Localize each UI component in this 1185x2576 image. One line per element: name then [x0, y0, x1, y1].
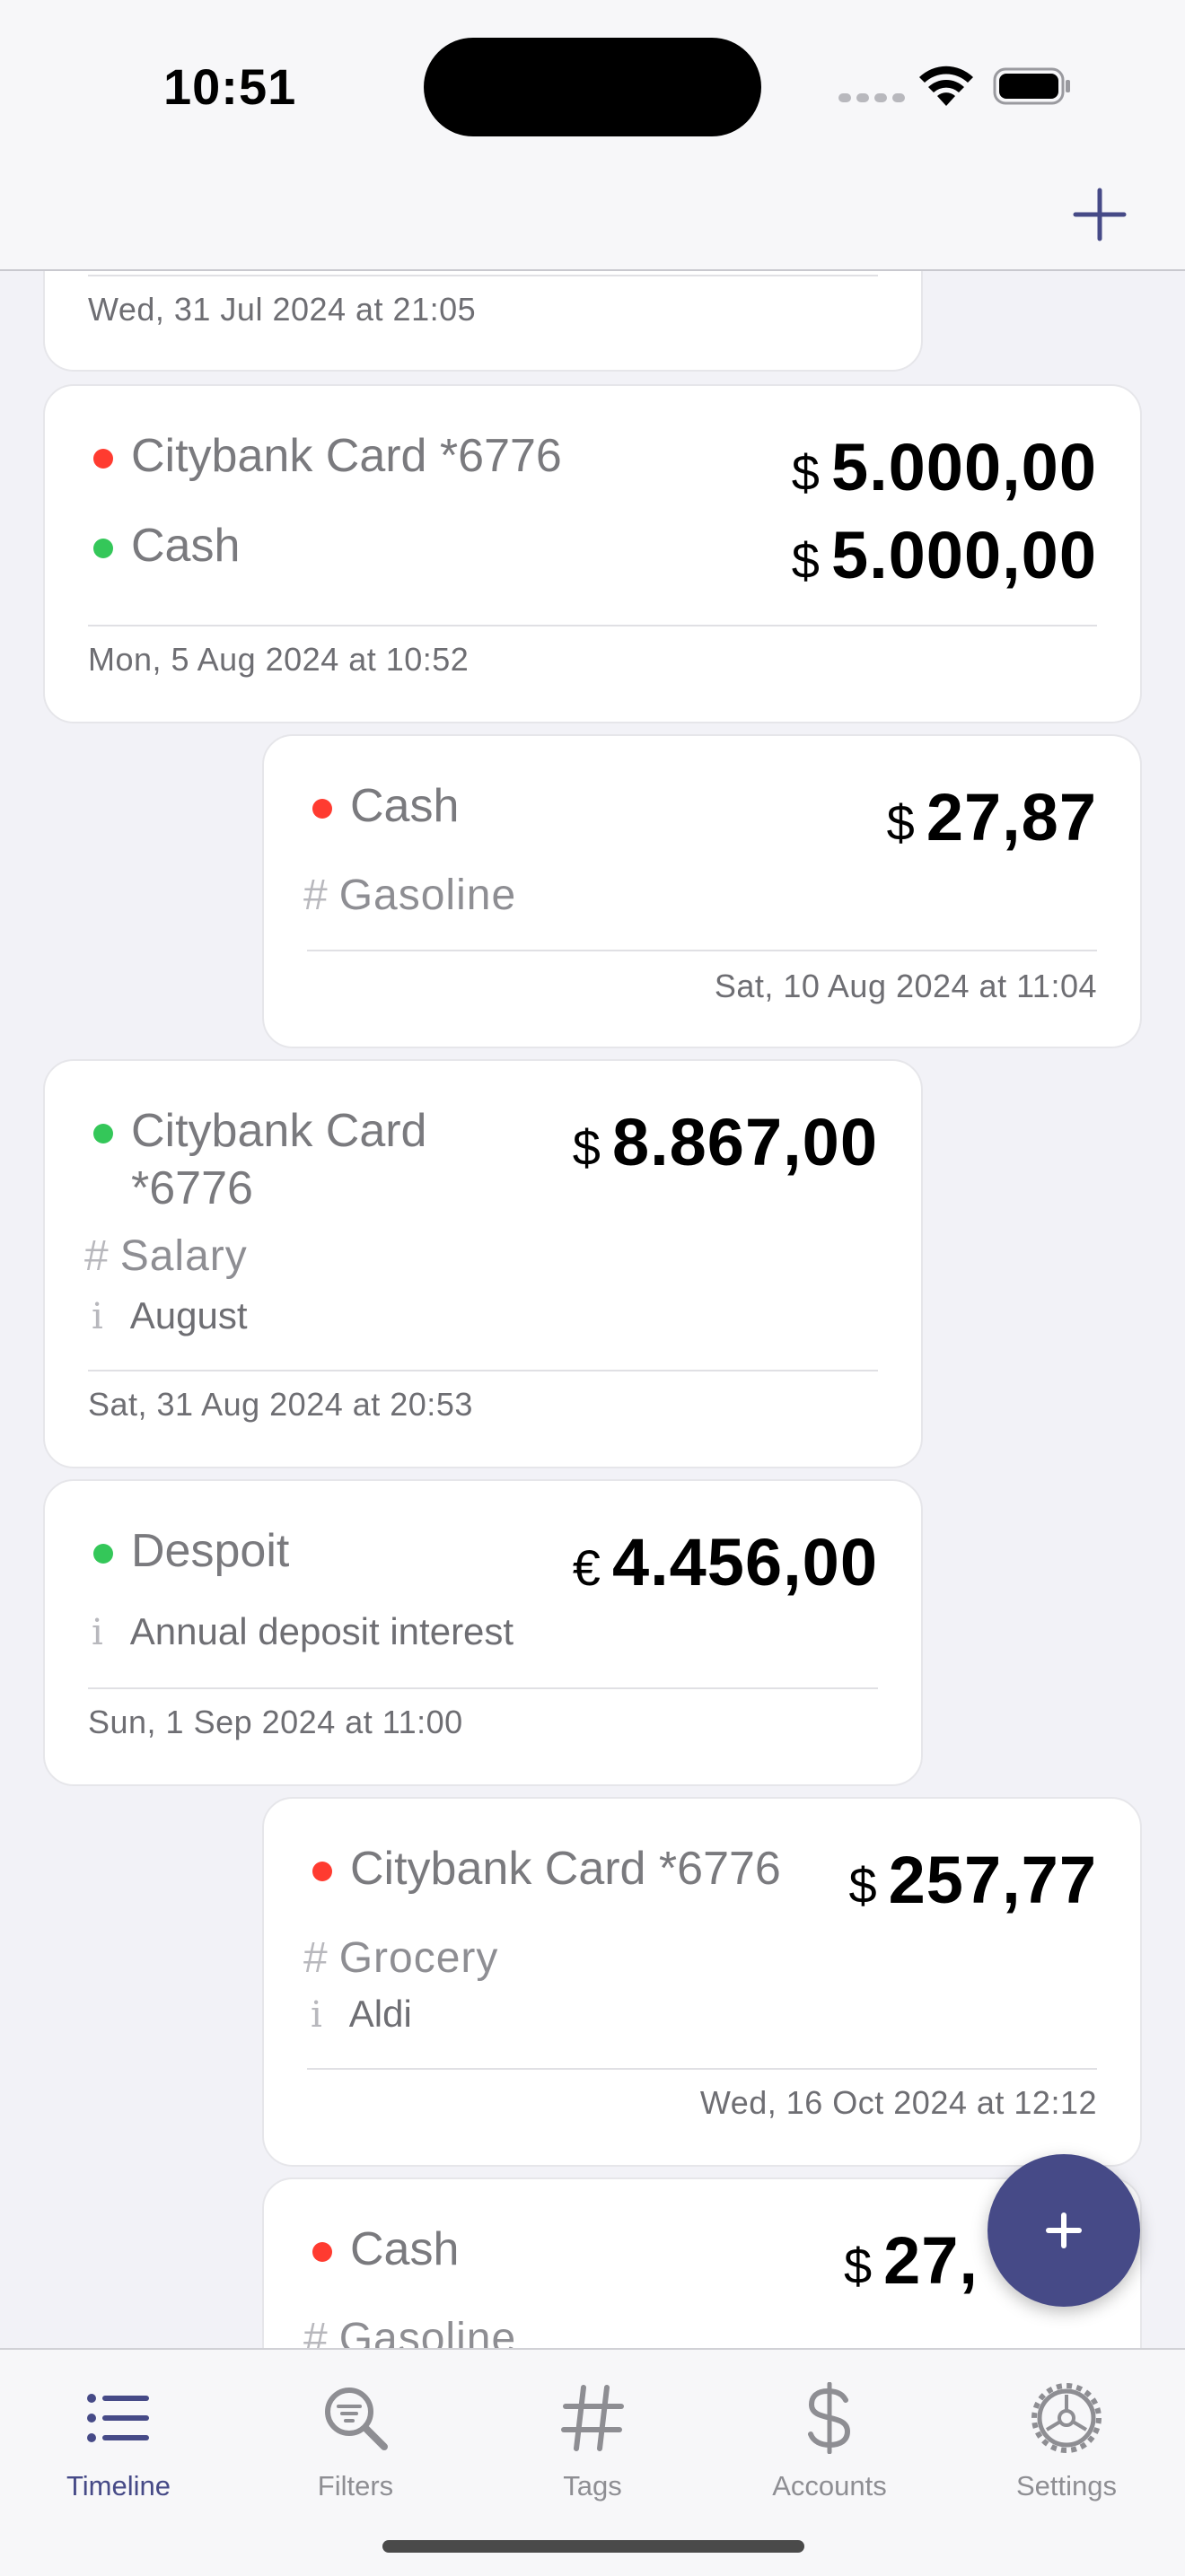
account-name: Despoit: [131, 1525, 290, 1577]
amount: $257,77: [848, 1843, 1097, 1917]
account-name: Cash: [350, 2223, 460, 2275]
amount: $27,87: [886, 780, 1097, 854]
note-label: i August: [92, 1294, 248, 1337]
expense-dot: [312, 2242, 332, 2262]
transfer-card[interactable]: Citybank Card *6776 $5.000,00 Cash $5.00…: [43, 384, 1142, 723]
income-dot: [93, 1124, 113, 1143]
transaction-date: Wed, 31 Jul 2024 at 21:05: [88, 291, 477, 328]
expense-dot: [93, 449, 113, 469]
info-icon: i: [92, 1612, 103, 1653]
expense-dot: [312, 799, 332, 819]
add-transaction-fab[interactable]: [988, 2154, 1140, 2307]
wifi-icon: [919, 66, 973, 106]
tag-label: # Salary: [84, 1232, 248, 1280]
amount: $27,: [843, 2223, 979, 2298]
transaction-card[interactable]: Wed, 31 Jul 2024 at 21:05: [43, 269, 923, 372]
account-name: Citybank Card: [131, 1105, 427, 1157]
add-transaction-nav-button[interactable]: [1068, 183, 1131, 246]
note-label: i Annual deposit interest: [92, 1610, 514, 1653]
account-name: Citybank Card *6776: [350, 1843, 781, 1895]
transaction-date: Wed, 16 Oct 2024 at 12:12: [699, 2084, 1097, 2121]
account-name-cont: *6776: [131, 1162, 253, 1214]
dollar-icon: [808, 2382, 851, 2454]
tab-filters[interactable]: Filters: [237, 2368, 474, 2538]
to-amount: $5.000,00: [791, 518, 1097, 592]
amount: €4.456,00: [572, 1525, 878, 1599]
magnifier-filter-icon: [325, 2388, 388, 2450]
transaction-date: Sat, 10 Aug 2024 at 11:04: [714, 968, 1097, 1004]
expense-card[interactable]: Cash $27,87 # Gasoline Sat, 10 Aug 2024 a…: [262, 734, 1142, 1048]
from-amount: $5.000,00: [791, 430, 1097, 504]
tab-label: Tags: [563, 2470, 622, 2502]
gear-icon: [1031, 2383, 1102, 2453]
card-divider: [88, 625, 1097, 626]
tag-label: # Grocery: [303, 1934, 499, 1982]
transaction-date: Sun, 1 Sep 2024 at 11:00: [88, 1704, 463, 1740]
hashtag-icon: [561, 2385, 624, 2451]
income-dot: [93, 539, 113, 558]
card-divider: [307, 2068, 1097, 2070]
income-dot: [93, 1544, 113, 1564]
tab-accounts[interactable]: Accounts: [711, 2368, 948, 2538]
card-divider: [88, 1370, 878, 1371]
transaction-date: Mon, 5 Aug 2024 at 10:52: [88, 641, 470, 678]
status-time: 10:51: [163, 58, 297, 115]
account-name: Cash: [350, 780, 460, 832]
timeline-list[interactable]: Wed, 31 Jul 2024 at 21:05 Citybank Card …: [0, 269, 1185, 2348]
tab-label: Filters: [317, 2470, 394, 2502]
battery-icon: [993, 67, 1070, 105]
info-icon: i: [311, 1994, 322, 2036]
tab-tags[interactable]: Tags: [474, 2368, 711, 2538]
tag-label: # Gasoline: [303, 872, 517, 919]
info-icon: i: [92, 1296, 103, 1337]
from-account: Citybank Card *6776: [131, 430, 562, 482]
tab-settings[interactable]: Settings: [948, 2368, 1185, 2538]
income-card[interactable]: Citybank Card *6776 $8.867,00 # Salary iA…: [43, 1059, 923, 1468]
card-divider: [88, 275, 878, 276]
tab-label: Settings: [1015, 2470, 1117, 2502]
income-card[interactable]: Despoit €4.456,00 i Annual deposit intere…: [43, 1479, 923, 1786]
list-icon: [87, 2394, 149, 2442]
note-label: i Aldi: [311, 1993, 412, 2036]
expense-card[interactable]: Citybank Card *6776 $257,77 # Grocery i Al…: [262, 1797, 1142, 2167]
to-account: Cash: [131, 520, 241, 572]
tab-label: Accounts: [772, 2470, 887, 2502]
dynamic-island: [424, 38, 761, 136]
transaction-date: Sat, 31 Aug 2024 at 20:53: [88, 1386, 473, 1423]
home-indicator: [382, 2540, 804, 2553]
tab-label: Timeline: [66, 2470, 171, 2502]
expense-dot: [312, 1862, 332, 1881]
card-divider: [88, 1687, 878, 1689]
card-divider: [307, 950, 1097, 951]
top-bar: 10:51: [0, 0, 1185, 271]
amount: $8.867,00: [572, 1105, 878, 1179]
tab-timeline[interactable]: Timeline: [0, 2368, 237, 2538]
tag-label: # Gasoline: [303, 2315, 517, 2348]
